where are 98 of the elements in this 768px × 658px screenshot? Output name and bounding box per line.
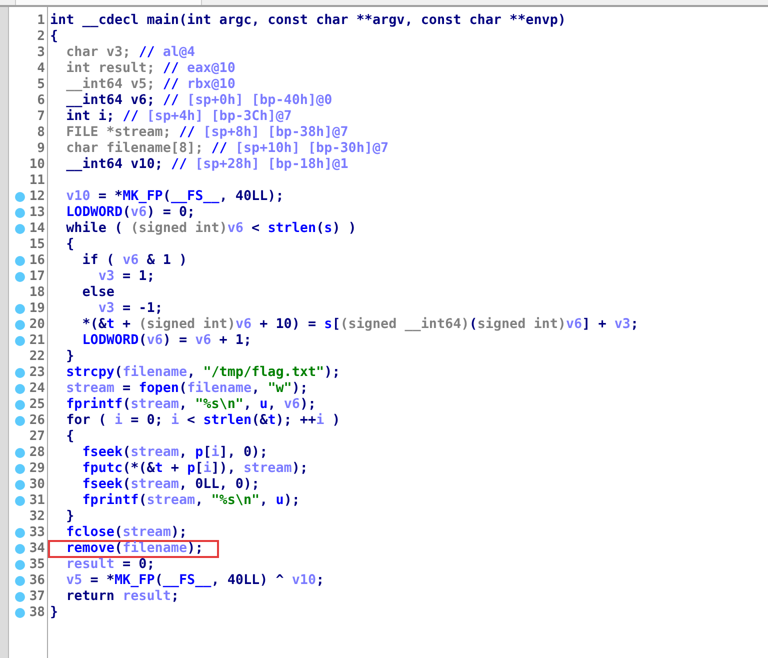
line-number: 9 — [37, 141, 45, 157]
line-number: 38 — [29, 605, 45, 621]
code-line: v3 = 1; — [97, 270, 155, 284]
line-number: 35 — [29, 557, 45, 573]
line-number: 28 — [29, 445, 45, 461]
code-line: fprintf(stream, "%s\n", u); — [81, 494, 300, 508]
line-number: 29 — [29, 461, 45, 477]
code-line: if ( v6 & 1 ) — [81, 254, 188, 268]
line-number: 12 — [29, 189, 45, 205]
breakpoint-dot — [15, 608, 25, 618]
code-line: fprintf(stream, "%s\n", u, v6); — [65, 398, 316, 412]
line-number: 14 — [29, 221, 45, 237]
code-line: LODWORD(v6) = v6 + 1; — [81, 334, 252, 348]
breakpoint-dot — [15, 400, 25, 410]
breakpoint-dot — [15, 496, 25, 506]
breakpoint-dot — [15, 208, 25, 218]
line-number: 20 — [29, 317, 45, 333]
code-line: remove(filename); — [65, 542, 204, 556]
breakpoint-dot — [15, 448, 25, 458]
line-number: 17 — [29, 269, 45, 285]
breakpoint-dot — [15, 368, 25, 378]
code-line: { — [50, 30, 58, 44]
line-number: 5 — [37, 77, 45, 93]
line-number: 26 — [29, 413, 45, 429]
breakpoint-dot — [15, 384, 25, 394]
code-line: LODWORD(v6) = 0; — [65, 206, 196, 220]
breakpoint-dot — [15, 304, 25, 314]
line-number: 7 — [37, 109, 45, 125]
line-number: 2 — [37, 29, 45, 45]
code-line: FILE *stream; // [sp+8h] [bp-38h]@7 — [65, 126, 348, 140]
breakpoint-dot — [15, 480, 25, 490]
line-number: 21 — [29, 333, 45, 349]
line-number: 30 — [29, 477, 45, 493]
code-line: while ( (signed int)v6 < strlen(s) ) — [65, 222, 356, 236]
breakpoint-dot — [15, 224, 25, 234]
code-line: *(&t + (signed int)v6 + 10) = s[(signed __int64)(signed int)v6] + v3; — [81, 318, 639, 332]
code-line: char v3; // al@4 — [65, 46, 196, 60]
line-number: 32 — [29, 509, 45, 525]
line-number: 3 — [37, 45, 45, 61]
code-line: for ( i = 0; i < strlen(&t); ++i ) — [65, 414, 340, 428]
breakpoint-dot — [15, 576, 25, 586]
code-line: int i; // [sp+4h] [bp-3Ch]@7 — [65, 110, 292, 124]
code-line: v10 = *MK_FP(__FS__, 40LL); — [65, 190, 284, 204]
code-line: __int64 v6; // [sp+0h] [bp-40h]@0 — [65, 94, 332, 108]
line-number: 1 — [37, 13, 45, 29]
code-line: { — [65, 238, 74, 252]
code-line: char filename[8]; // [sp+10h] [bp-30h]@7 — [65, 142, 389, 156]
line-number: 31 — [29, 493, 45, 509]
line-number: 4 — [37, 61, 45, 77]
tab[interactable] — [15, 0, 202, 5]
line-number: 18 — [29, 285, 45, 301]
line-number: 13 — [29, 205, 45, 221]
code-line: fclose(stream); — [65, 526, 188, 540]
code-line: fputc(*(&t + p[i]), stream); — [81, 462, 308, 476]
breakpoint-dot — [15, 464, 25, 474]
code-line: v5 = *MK_FP(__FS__, 40LL) ^ v10; — [65, 574, 324, 588]
line-number: 16 — [29, 253, 45, 269]
code-line: __int64 v5; // rbx@10 — [65, 78, 236, 92]
breakpoint-dot — [15, 560, 25, 570]
line-number: 27 — [29, 429, 45, 445]
code-line: v3 = -1; — [97, 302, 163, 316]
breakpoint-dot — [15, 544, 25, 554]
code-line: strcpy(filename, "/tmp/flag.txt"); — [65, 366, 340, 380]
code-line: __int64 v10; // [sp+28h] [bp-18h]@1 — [65, 158, 348, 172]
line-number: 34 — [29, 541, 45, 557]
code-line: { — [65, 430, 74, 444]
line-number: 37 — [29, 589, 45, 605]
breakpoint-dot — [15, 336, 25, 346]
code-line: } — [65, 350, 74, 364]
line-number: 8 — [37, 125, 45, 141]
code-line: int __cdecl main(int argc, const char **argv, const char **envp) — [50, 14, 566, 28]
line-number: 24 — [29, 381, 45, 397]
breakpoint-dot — [15, 592, 25, 602]
line-number: 22 — [29, 349, 45, 365]
code-line: int result; // eax@10 — [65, 62, 236, 76]
breakpoint-dot — [15, 272, 25, 282]
code-line: stream = fopen(filename, "w"); — [65, 382, 308, 396]
line-number: 36 — [29, 573, 45, 589]
line-number: 25 — [29, 397, 45, 413]
breakpoint-dot — [15, 320, 25, 330]
line-number: 6 — [37, 93, 45, 109]
code-line: result = 0; — [65, 558, 155, 572]
code-line: fseek(stream, p[i], 0); — [81, 446, 268, 460]
code-line: } — [50, 606, 58, 620]
code-line: } — [65, 510, 74, 524]
code-line: return result; — [65, 590, 179, 604]
breakpoint-dot — [15, 256, 25, 266]
line-number: 19 — [29, 301, 45, 317]
breakpoint-dot — [15, 416, 25, 426]
breakpoint-dot — [15, 192, 25, 202]
breakpoint-dot — [15, 528, 25, 538]
line-number: 10 — [29, 157, 45, 173]
line-number: 11 — [29, 173, 45, 189]
code-line: else — [81, 286, 114, 300]
line-number: 23 — [29, 365, 45, 381]
line-number: 33 — [29, 525, 45, 541]
code-line: fseek(stream, 0LL, 0); — [81, 478, 260, 492]
line-number: 15 — [29, 237, 45, 253]
